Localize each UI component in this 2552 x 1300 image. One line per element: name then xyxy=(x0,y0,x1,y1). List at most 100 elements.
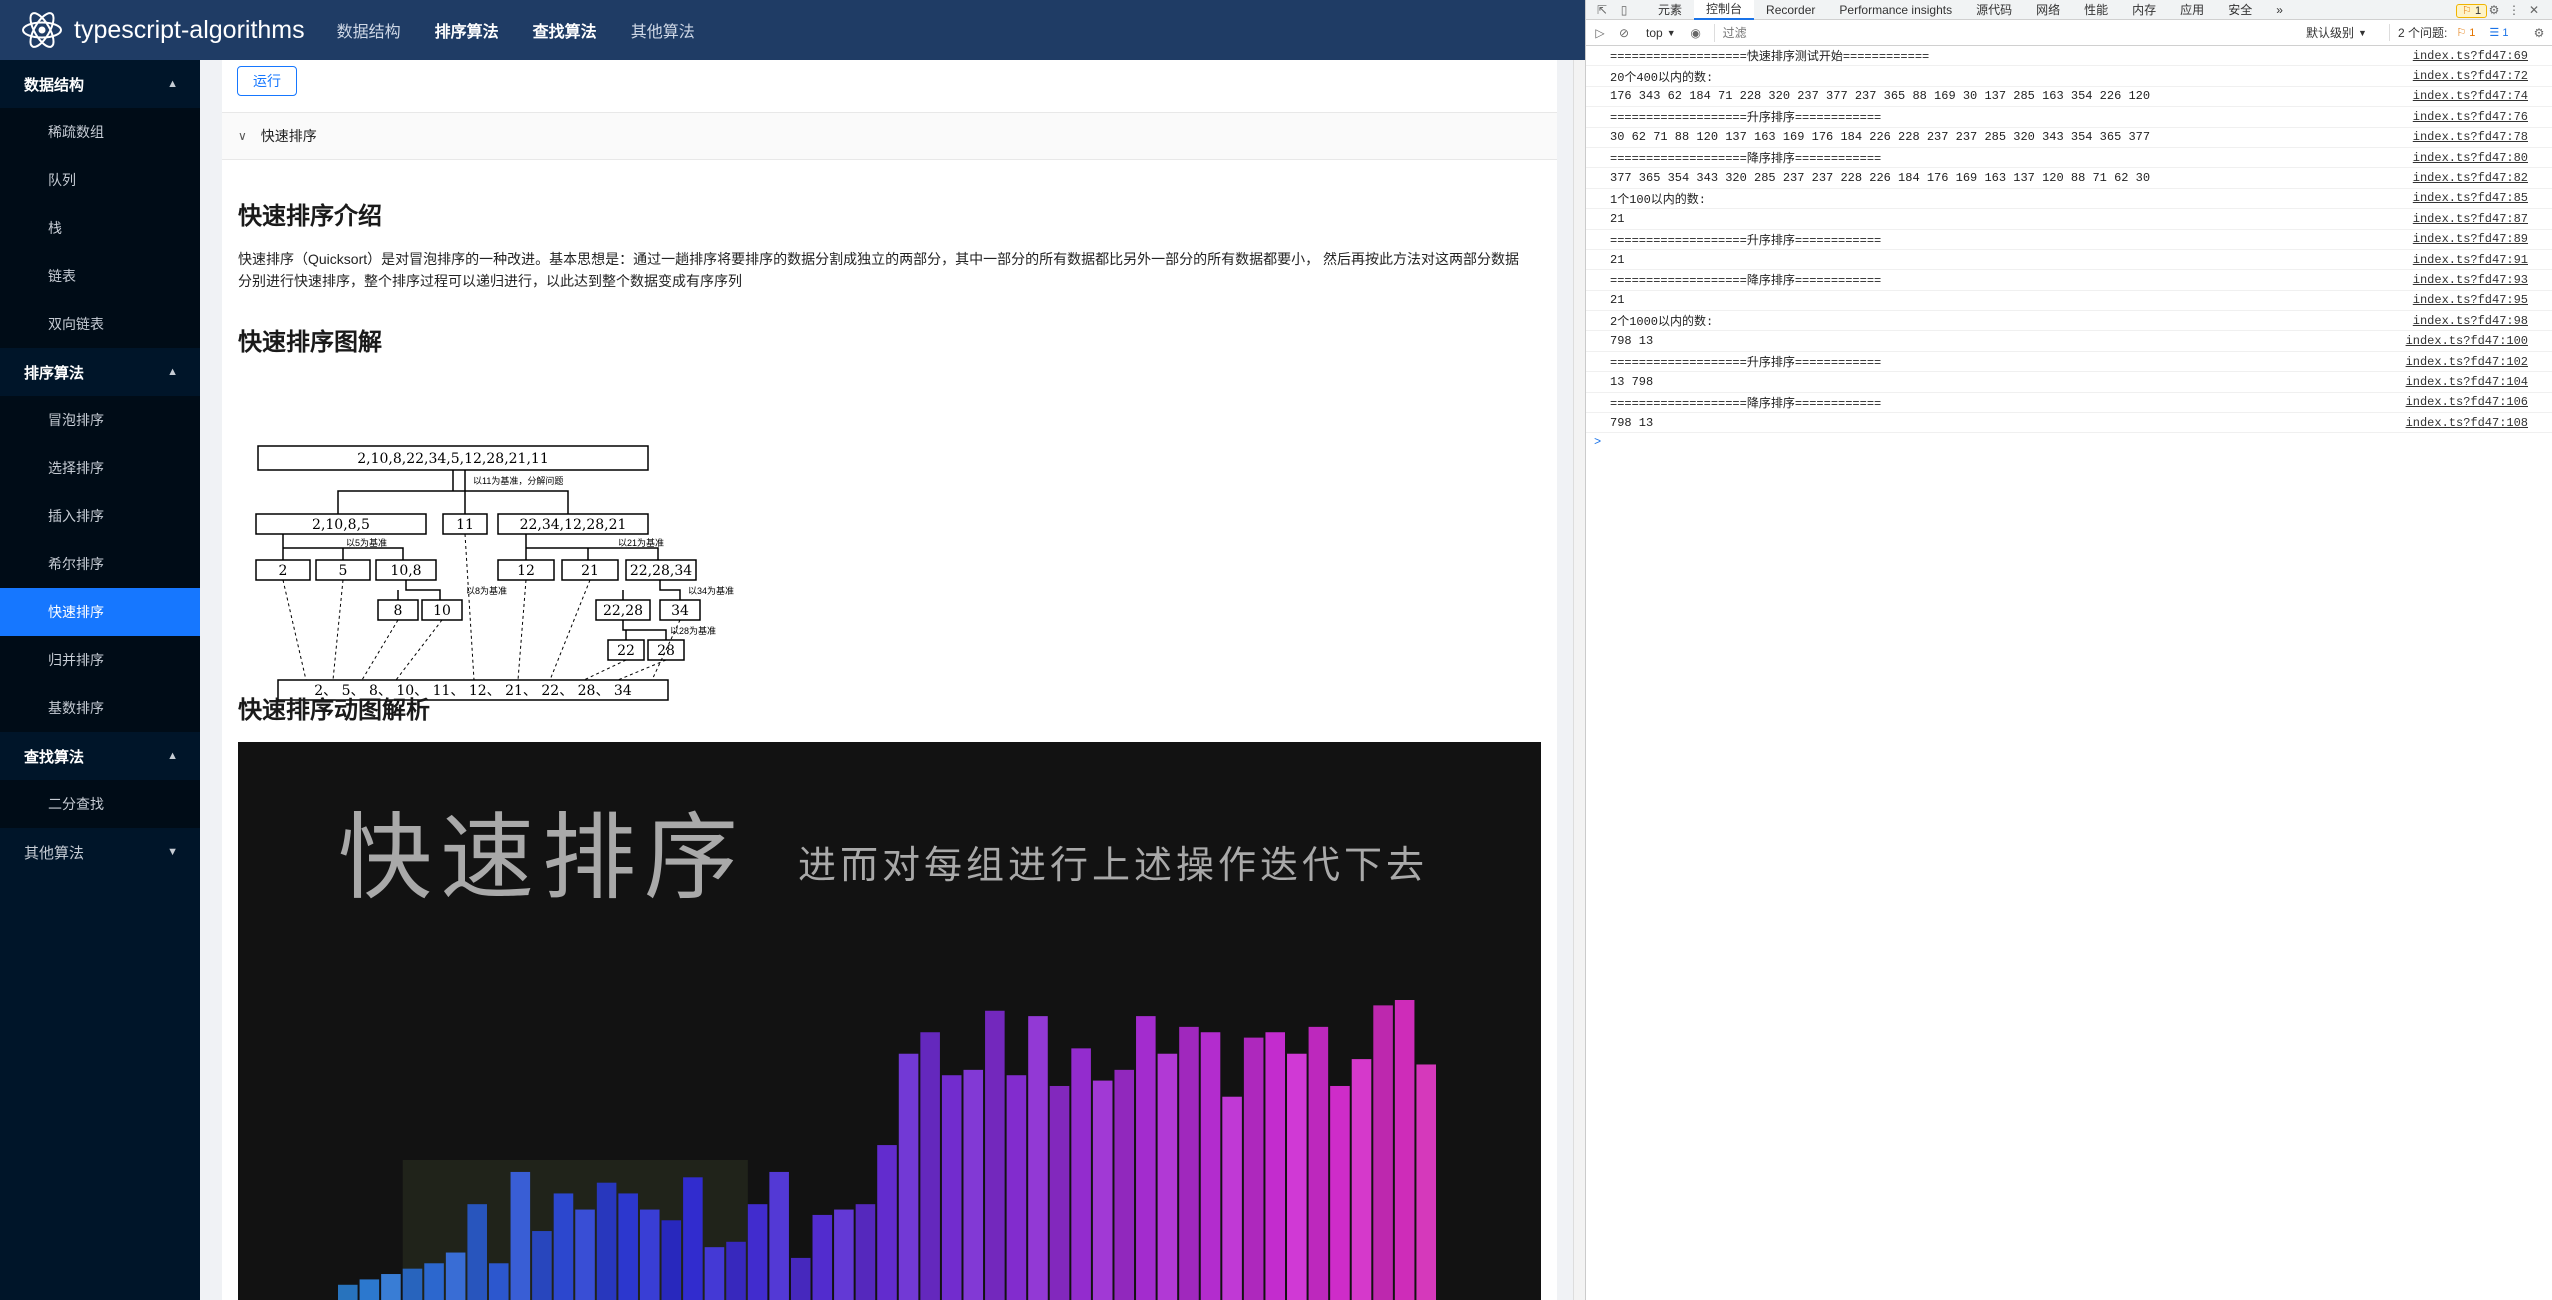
console-source-link[interactable]: index.ts?fd47:74 xyxy=(2413,89,2528,103)
console-source-link[interactable]: index.ts?fd47:69 xyxy=(2413,49,2528,63)
sidebar-submenu: 冒泡排序 选择排序 插入排序 希尔排序 快速排序 归并排序 基数排序 xyxy=(0,396,200,732)
sidebar-item-doubly-linked-list[interactable]: 双向链表 xyxy=(0,300,200,348)
page-scrollbar[interactable] xyxy=(1573,60,1585,1300)
console-source-link[interactable]: index.ts?fd47:72 xyxy=(2413,69,2528,83)
sidebar-item-radix-sort[interactable]: 基数排序 xyxy=(0,684,200,732)
devtools-tab-security[interactable]: 安全 xyxy=(2216,0,2264,20)
console-source-link[interactable]: index.ts?fd47:104 xyxy=(2406,375,2528,389)
devtools-tab-network[interactable]: 网络 xyxy=(2024,0,2072,20)
sidebar-group-searching[interactable]: 查找算法 ▲ xyxy=(0,732,200,780)
context-selector[interactable]: top ▼ xyxy=(1646,26,1676,40)
brand-title[interactable]: typescript-algorithms xyxy=(74,16,305,45)
animation-bar xyxy=(1243,1037,1264,1300)
clear-console-icon[interactable]: ⊘ xyxy=(1616,25,1632,41)
console-source-link[interactable]: index.ts?fd47:91 xyxy=(2413,253,2528,267)
diagram-note-left: 以5为基准 xyxy=(346,537,387,548)
sidebar-group-others[interactable]: 其他算法 ▼ xyxy=(0,828,200,876)
console-log-text: 1个100以内的数: xyxy=(1610,192,1707,207)
sidebar-item-merge-sort[interactable]: 归并排序 xyxy=(0,636,200,684)
topnav-sorting[interactable]: 排序算法 xyxy=(435,18,499,42)
console-source-link[interactable]: index.ts?fd47:89 xyxy=(2413,232,2528,246)
devtools-tab-elements[interactable]: 元素 xyxy=(1646,0,1694,20)
log-level-label: 默认级别 xyxy=(2306,26,2355,40)
sidebar-item-stack[interactable]: 栈 xyxy=(0,204,200,252)
animation-heading: 快速排序动图解析 xyxy=(238,697,430,724)
sidebar-item-insertion-sort[interactable]: 插入排序 xyxy=(0,492,200,540)
device-toolbar-icon[interactable]: ▯ xyxy=(1616,2,1632,18)
console-log-text: 13 798 xyxy=(1610,374,1654,389)
animation-bar xyxy=(726,1241,746,1300)
sidebar-item-queue[interactable]: 队列 xyxy=(0,156,200,204)
inspect-element-icon[interactable]: ⇱ xyxy=(1594,2,1610,18)
info-icon: ☰ xyxy=(2489,27,2500,39)
sidebar-toggle-icon[interactable]: ▷ xyxy=(1592,25,1608,41)
console-source-link[interactable]: index.ts?fd47:80 xyxy=(2413,151,2528,165)
eye-icon[interactable]: ◉ xyxy=(1688,25,1704,41)
console-source-link[interactable]: index.ts?fd47:98 xyxy=(2413,314,2528,328)
sidebar-item-bubble-sort[interactable]: 冒泡排序 xyxy=(0,396,200,444)
quicksort-diagram: 2,10,8,22,34,5,12,28,21,11 2,10,8,5 11 2… xyxy=(255,445,734,701)
sidebar-item-sparse-array[interactable]: 稀疏数组 xyxy=(0,108,200,156)
animation-bar xyxy=(1114,1069,1135,1300)
diagram-note-28: 以28为基准 xyxy=(670,625,716,636)
diagram-label-r3-1: 34 xyxy=(671,603,689,619)
log-level-selector[interactable]: 默认级别 ▼ xyxy=(2306,24,2367,41)
topnav-data-structures[interactable]: 数据结构 xyxy=(337,18,401,42)
issues-button[interactable]: 2 个问题: ⚐ 1 ☰ 1 xyxy=(2389,24,2513,41)
topnav-searching[interactable]: 查找算法 xyxy=(533,18,597,42)
close-icon[interactable]: ✕ xyxy=(2526,2,2542,18)
animation-bar xyxy=(1265,1032,1286,1300)
collapse-header[interactable]: ∨ 快速排序 xyxy=(222,112,1557,160)
warning-badge[interactable]: ⚐ 1 xyxy=(2452,3,2488,18)
animation-bar xyxy=(467,1204,487,1300)
console-source-link[interactable]: index.ts?fd47:108 xyxy=(2406,416,2528,430)
react-logo-icon[interactable] xyxy=(20,8,64,52)
animation-bar xyxy=(898,1053,919,1300)
console-log-line: 176 343 62 184 71 228 320 237 377 237 36… xyxy=(1586,87,2552,108)
animation-bar xyxy=(1179,1026,1199,1300)
more-options-icon[interactable]: ⋮ xyxy=(2506,2,2522,18)
devtools-tab-console[interactable]: 控制台 xyxy=(1694,0,1755,20)
console-source-link[interactable]: index.ts?fd47:93 xyxy=(2413,273,2528,287)
console-prompt[interactable]: > xyxy=(1586,433,2552,451)
settings-gear-icon[interactable]: ⚙ xyxy=(2486,2,2502,18)
topnav-others[interactable]: 其他算法 xyxy=(631,18,695,42)
sidebar-item-selection-sort[interactable]: 选择排序 xyxy=(0,444,200,492)
sidebar-item-binary-search[interactable]: 二分查找 xyxy=(0,780,200,828)
run-button[interactable]: 运行 xyxy=(237,66,297,96)
console-log-line: ===================降序排序============ index… xyxy=(1586,270,2552,291)
console-source-link[interactable]: index.ts?fd47:78 xyxy=(2413,130,2528,144)
console-log-text: ===================升序排序============ xyxy=(1610,356,1882,371)
animation-bar xyxy=(359,1279,380,1300)
devtools-more-tabs[interactable]: » xyxy=(2264,0,2295,20)
console-log-line: ===================升序排序============ index… xyxy=(1586,107,2552,128)
sidebar-item-linked-list[interactable]: 链表 xyxy=(0,252,200,300)
devtools-tab-memory[interactable]: 内存 xyxy=(2120,0,2168,20)
console-source-link[interactable]: index.ts?fd47:95 xyxy=(2413,293,2528,307)
devtools-tab-recorder[interactable]: Recorder xyxy=(1754,0,1827,20)
sidebar-item-quick-sort[interactable]: 快速排序 xyxy=(0,588,200,636)
console-source-link[interactable]: index.ts?fd47:85 xyxy=(2413,191,2528,205)
diagram-note-34: 以34为基准 xyxy=(688,585,734,596)
console-log-text: 798 13 xyxy=(1610,334,1654,349)
diagram-label-r4-0: 22 xyxy=(617,643,635,659)
devtools-tab-performance[interactable]: 性能 xyxy=(2072,0,2120,20)
sidebar-item-shell-sort[interactable]: 希尔排序 xyxy=(0,540,200,588)
console-settings-icon[interactable]: ⚙ xyxy=(2531,25,2547,41)
console-filter-input[interactable] xyxy=(1713,23,2234,42)
sidebar-group-sorting[interactable]: 排序算法 ▲ xyxy=(0,348,200,396)
console-source-link[interactable]: index.ts?fd47:82 xyxy=(2413,171,2528,185)
sidebar-group-data-structures[interactable]: 数据结构 ▲ xyxy=(0,60,200,108)
console-source-link[interactable]: index.ts?fd47:102 xyxy=(2406,355,2528,369)
console-source-link[interactable]: index.ts?fd47:100 xyxy=(2406,334,2528,348)
console-log-text: ===================降序排序============ xyxy=(1610,396,1882,411)
devtools-tab-sources[interactable]: 源代码 xyxy=(1964,0,2024,20)
console-source-link[interactable]: index.ts?fd47:76 xyxy=(2413,110,2528,124)
animation-bar xyxy=(877,1145,897,1300)
devtools-tab-performance-insights[interactable]: Performance insights xyxy=(1827,0,1964,20)
devtools-tab-application[interactable]: 应用 xyxy=(2168,0,2216,20)
animation-bar xyxy=(855,1204,876,1300)
console-source-link[interactable]: index.ts?fd47:106 xyxy=(2406,395,2528,409)
console-source-link[interactable]: index.ts?fd47:87 xyxy=(2413,212,2528,226)
content-panel: 运行 ∨ 快速排序 快速排序介绍 快速排序（Quicksort）是对冒泡排序的一… xyxy=(222,60,1557,1300)
